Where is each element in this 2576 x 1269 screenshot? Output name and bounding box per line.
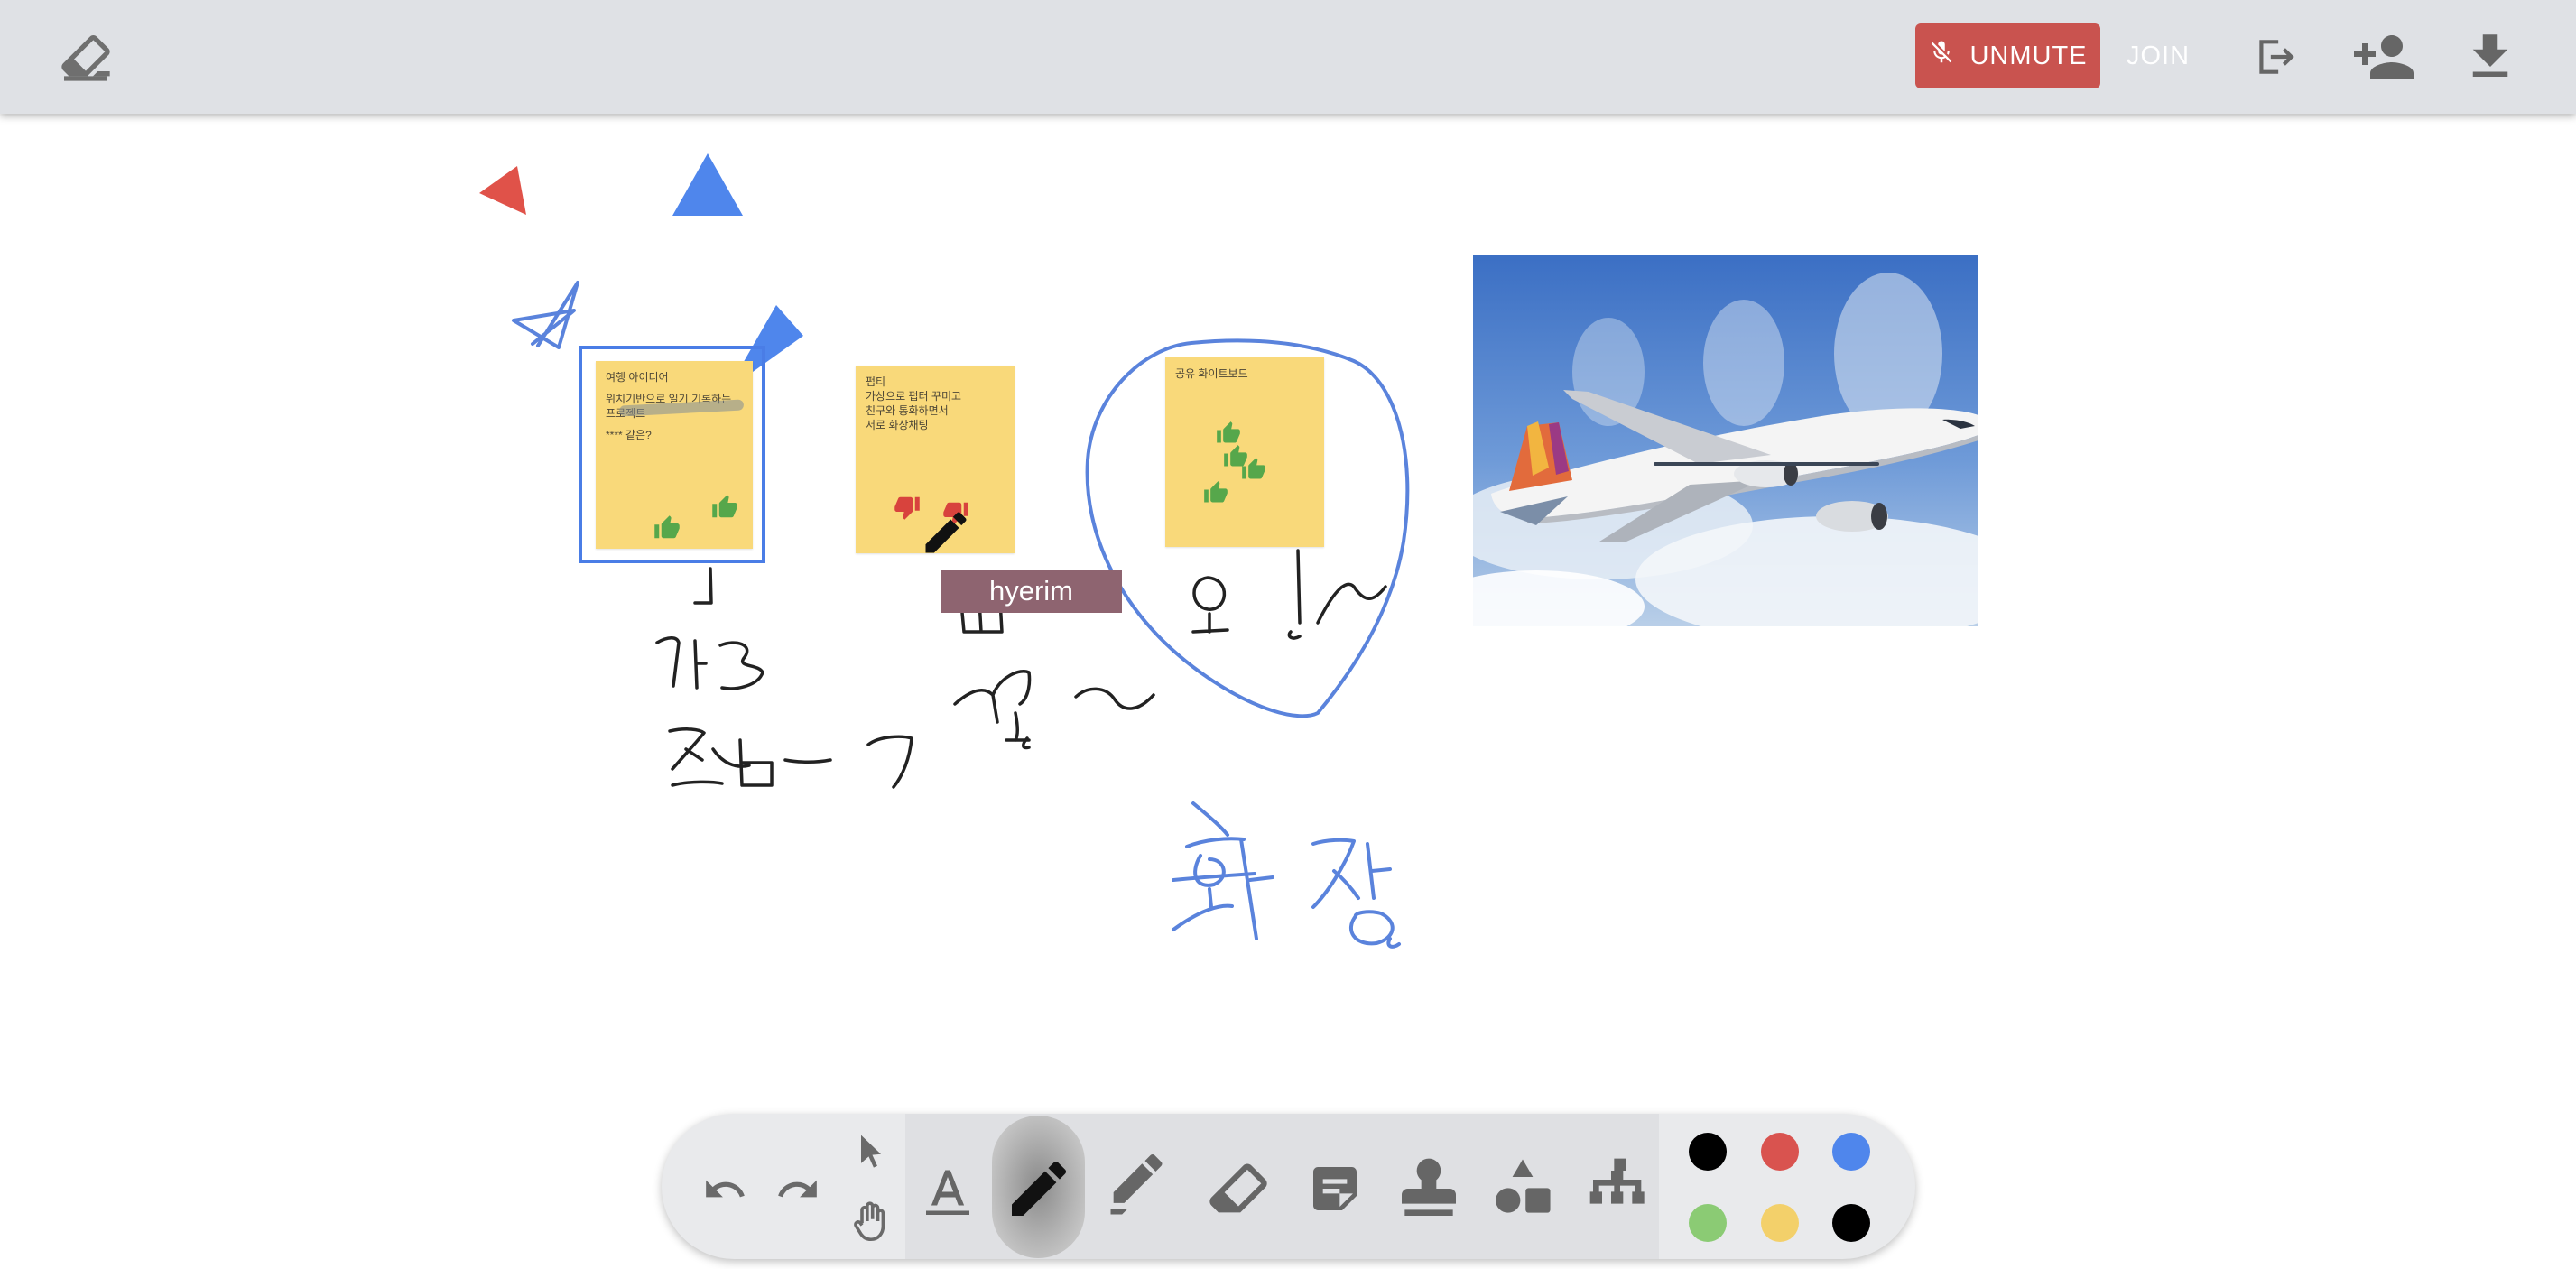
join-button[interactable]: JOIN bbox=[2103, 23, 2213, 88]
blue-star-drawing bbox=[512, 281, 579, 349]
sticky-note[interactable]: 공유 화이트보드 bbox=[1165, 357, 1324, 547]
color-swatch-blue[interactable] bbox=[1832, 1133, 1870, 1171]
eraser-icon[interactable] bbox=[1202, 1155, 1274, 1224]
sticky-note-line: 가상으로 펍터 꾸미고 bbox=[866, 390, 962, 403]
unmute-label: UNMUTE bbox=[1969, 41, 2088, 70]
sticky-note-line: 여행 아이디어 bbox=[606, 371, 669, 384]
diagram-icon[interactable] bbox=[1581, 1152, 1659, 1226]
sticky-note-line: 펍티 bbox=[866, 375, 886, 388]
sticky-note[interactable]: 여행 아이디어 위치기반으로 일기 기록하는 프로젝트 **** 같은? bbox=[596, 361, 753, 549]
thumb-up-icon bbox=[1203, 480, 1228, 509]
color-swatch-black[interactable] bbox=[1689, 1133, 1727, 1171]
sticky-note-line bbox=[606, 421, 743, 428]
top-bar: UNMUTE JOIN bbox=[0, 0, 2576, 114]
airplane-image[interactable] bbox=[1473, 255, 1978, 626]
sticky-note-line bbox=[606, 384, 743, 392]
sticky-note-icon[interactable] bbox=[1305, 1157, 1365, 1220]
blue-triangle-shape bbox=[672, 153, 743, 216]
color-swatch-green[interactable] bbox=[1689, 1204, 1727, 1242]
redo-icon[interactable] bbox=[773, 1164, 823, 1215]
sticky-note-line: **** 같은? bbox=[606, 429, 652, 441]
whiteboard-drawings bbox=[479, 153, 1410, 949]
pen-icon[interactable] bbox=[1002, 1152, 1076, 1226]
highlighter-icon[interactable] bbox=[1101, 1153, 1172, 1224]
color-swatch-red[interactable] bbox=[1761, 1133, 1799, 1171]
undo-icon[interactable] bbox=[700, 1164, 750, 1215]
sticky-note-line: 서로 화상채팅 bbox=[866, 419, 929, 431]
red-triangle-shape bbox=[479, 166, 526, 215]
text-icon[interactable] bbox=[915, 1152, 980, 1224]
thumb-up-icon bbox=[711, 494, 738, 524]
download-icon[interactable] bbox=[2460, 25, 2520, 88]
remote-user-label: hyerim bbox=[941, 570, 1122, 613]
mic-off-icon bbox=[1928, 39, 1955, 73]
sticky-note-line: 친구와 통화하면서 bbox=[866, 404, 949, 417]
invite-user-icon[interactable] bbox=[2347, 25, 2421, 88]
remote-pen-cursor-icon bbox=[919, 505, 973, 564]
clear-board-icon[interactable] bbox=[54, 27, 117, 87]
shapes-icon[interactable] bbox=[1486, 1152, 1560, 1226]
color-swatch-yellow[interactable] bbox=[1761, 1204, 1799, 1242]
unmute-button[interactable]: UNMUTE bbox=[1915, 23, 2100, 88]
select-icon[interactable] bbox=[848, 1126, 894, 1177]
thumb-up-icon bbox=[1241, 457, 1266, 486]
stamp-icon[interactable] bbox=[1390, 1152, 1468, 1226]
thumb-down-icon bbox=[894, 494, 921, 524]
sticky-note-line: 공유 화이트보드 bbox=[1175, 367, 1248, 380]
color-swatch-black-2[interactable] bbox=[1832, 1204, 1870, 1242]
leave-icon[interactable] bbox=[2249, 27, 2300, 87]
pan-icon[interactable] bbox=[845, 1195, 895, 1247]
blue-handwriting bbox=[1172, 801, 1401, 949]
thumb-up-icon bbox=[653, 514, 681, 545]
